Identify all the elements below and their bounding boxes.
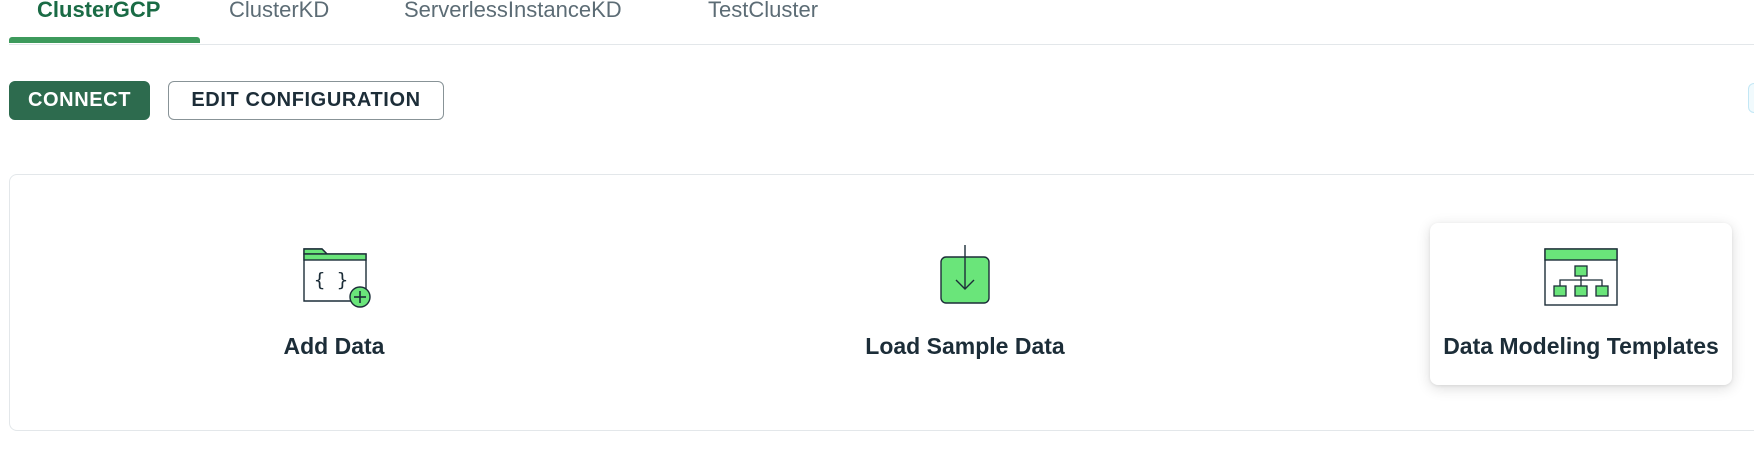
get-started-card: { } Add Data Load Sample Data Data Model…: [9, 174, 1754, 431]
active-tab-indicator: [9, 37, 200, 43]
schema-diagram-icon: [1544, 248, 1618, 306]
tab-label: ClusterKD: [229, 0, 330, 22]
tab-clusterkd[interactable]: ClusterKD: [229, 0, 329, 44]
tab-testcluster[interactable]: TestCluster: [708, 0, 818, 44]
truncated-control[interactable]: [1748, 83, 1754, 113]
cluster-tabs: ClusterGCP ClusterKD ServerlessInstanceK…: [9, 0, 1754, 45]
tab-serverlessinstancekd[interactable]: ServerlessInstanceKD: [404, 0, 622, 44]
load-sample-data-option[interactable]: Load Sample Data: [795, 223, 1135, 385]
option-label: Data Modeling Templates: [1443, 333, 1719, 359]
option-label: Add Data: [283, 333, 385, 359]
cluster-overview-page: ClusterGCP ClusterKD ServerlessInstanceK…: [0, 0, 1754, 462]
connect-button[interactable]: CONNECT: [9, 81, 150, 120]
edit-configuration-button[interactable]: EDIT CONFIGURATION: [168, 81, 444, 120]
data-modeling-templates-option[interactable]: Data Modeling Templates: [1430, 223, 1732, 385]
download-arrow-icon: [940, 245, 990, 304]
folder-braces-plus-icon: { }: [303, 248, 371, 308]
option-label: Load Sample Data: [865, 333, 1065, 359]
add-data-option[interactable]: { } Add Data: [164, 223, 504, 385]
tab-label: ServerlessInstanceKD: [404, 0, 622, 22]
tab-label: ClusterGCP: [37, 0, 161, 22]
tab-label: TestCluster: [708, 0, 819, 22]
svg-text:{ }: { }: [314, 269, 348, 291]
